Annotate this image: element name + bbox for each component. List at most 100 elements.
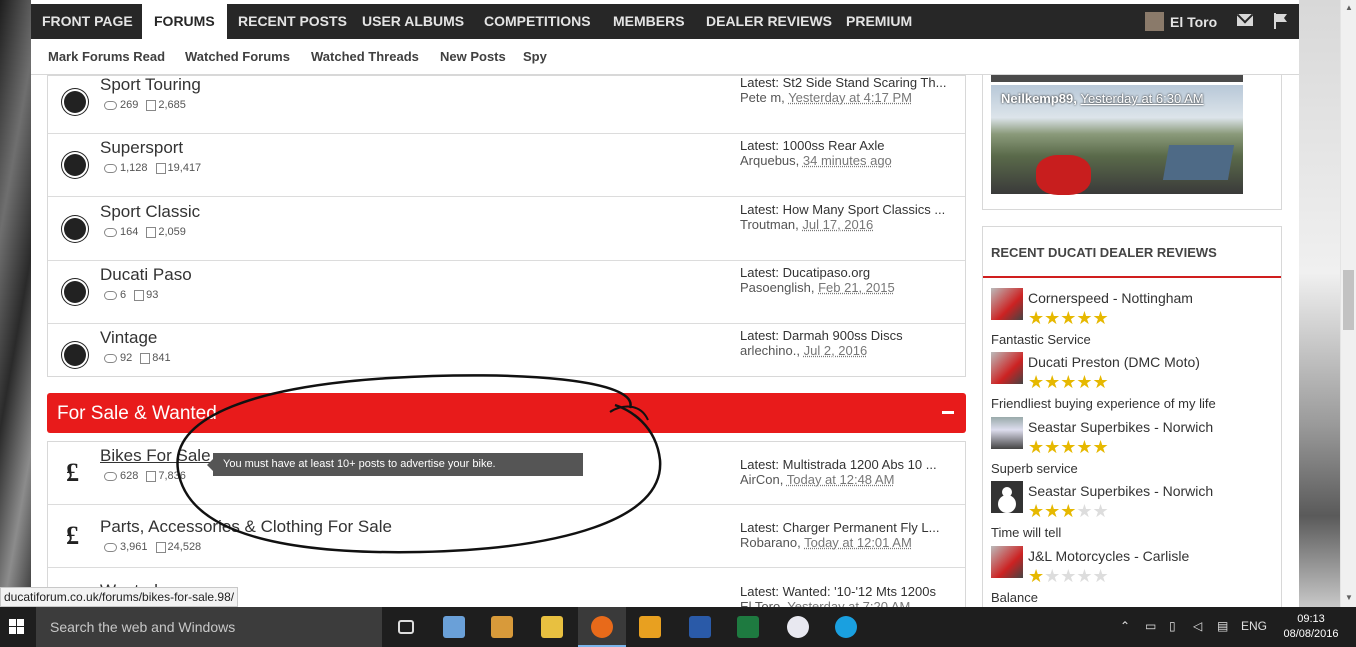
latest-thread-link[interactable]: Latest: Multistrada 1200 Abs 10 ... [740, 457, 955, 472]
review-item[interactable]: J&L Motorcycles - Carlisle ★★★★★ Balance [991, 546, 1276, 610]
clock-date: 08/08/2016 [1283, 628, 1339, 640]
taskbar-clock[interactable]: 09:13 08/08/2016 [1278, 612, 1344, 642]
forums-subnav: Mark Forums Read Watched Forums Watched … [31, 39, 1299, 75]
network-icon[interactable]: ▯ [1169, 619, 1176, 633]
watched-forums-link[interactable]: Watched Forums [185, 49, 290, 64]
latest-time[interactable]: Today at 12:48 AM [787, 472, 895, 487]
photo-user[interactable]: Neilkemp89, [1001, 91, 1077, 106]
post-count: 24,528 [167, 541, 202, 553]
taskbar-app-skype[interactable] [822, 607, 870, 647]
latest-author[interactable]: AirCon, [740, 472, 783, 487]
user-menu[interactable]: El Toro [1145, 12, 1217, 32]
nav-user-albums[interactable]: USER ALBUMS [362, 4, 464, 39]
tray-expand-icon[interactable]: ⌃ [1120, 619, 1130, 633]
taskbar-app-itunes[interactable] [774, 607, 822, 647]
volume-icon[interactable]: ◁ [1193, 619, 1202, 633]
latest-author[interactable]: Arquebus, [740, 153, 799, 168]
nav-members[interactable]: MEMBERS [613, 4, 685, 39]
taskbar-app-word[interactable] [676, 607, 724, 647]
forum-title[interactable]: Supersport [100, 138, 183, 158]
nav-forums[interactable]: FORUMS [142, 4, 227, 39]
category-title[interactable]: For Sale & Wanted [57, 403, 217, 425]
nav-dealer-reviews[interactable]: DEALER REVIEWS [706, 4, 832, 39]
language-indicator[interactable]: ENG [1241, 619, 1267, 633]
taskbar-app-media[interactable] [478, 607, 526, 647]
latest-thread-link[interactable]: Latest: Darmah 900ss Discs [740, 328, 955, 343]
page-scrollbar[interactable]: ▲ ▼ [1340, 0, 1356, 607]
nav-premium[interactable]: PREMIUM [846, 4, 912, 39]
dealer-name[interactable]: J&L Motorcycles - Carlisle [1028, 548, 1189, 564]
user-photo[interactable]: Neilkemp89, Yesterday at 6:30 AM [991, 85, 1243, 195]
latest-author[interactable]: Troutman, [740, 217, 799, 232]
mark-forums-read-link[interactable]: Mark Forums Read [48, 49, 165, 64]
forum-title[interactable]: Vintage [100, 328, 157, 348]
scrollbar-thumb[interactable] [1343, 270, 1354, 330]
latest-time[interactable]: 34 minutes ago [803, 153, 892, 168]
alerts-flag-icon[interactable] [1274, 13, 1288, 29]
latest-thread-link[interactable]: Latest: Wanted: '10-'12 Mts 1200s [740, 584, 955, 599]
latest-thread-link[interactable]: Latest: How Many Sport Classics ... [740, 202, 955, 217]
action-center-icon[interactable]: ▤ [1217, 619, 1228, 633]
scroll-down-icon[interactable]: ▼ [1341, 590, 1356, 606]
latest-author[interactable]: arlechino., [740, 343, 800, 358]
taskbar-app-firefox[interactable] [578, 607, 626, 647]
category-header[interactable]: For Sale & Wanted [47, 393, 966, 433]
pound-icon: £ [66, 521, 79, 550]
nav-recent-posts[interactable]: RECENT POSTS [238, 4, 347, 39]
forum-stats: 3,961 24,528 [104, 541, 201, 553]
latest-author[interactable]: Robarano, [740, 535, 801, 550]
forum-title[interactable]: Sport Touring [100, 75, 201, 95]
latest-time[interactable]: Yesterday at 4:17 PM [788, 90, 912, 105]
forum-title[interactable]: Parts, Accessories & Clothing For Sale [100, 517, 392, 537]
scroll-up-icon[interactable]: ▲ [1341, 0, 1356, 16]
review-item[interactable]: Seastar Superbikes - Norwich ★★★★★ Time … [991, 481, 1276, 545]
nav-competitions[interactable]: COMPETITIONS [484, 4, 591, 39]
latest-time[interactable]: Jul 2, 2016 [804, 343, 868, 358]
forum-stats: 269 2,685 [104, 99, 186, 111]
photo-time[interactable]: Yesterday at 6:30 AM [1081, 91, 1204, 106]
forum-title[interactable]: Ducati Paso [100, 265, 192, 285]
latest-time[interactable]: Today at 12:01 AM [804, 535, 912, 550]
task-view-button[interactable] [382, 607, 430, 647]
new-posts-link[interactable]: New Posts [440, 49, 506, 64]
inbox-icon[interactable] [1237, 14, 1253, 26]
collapse-icon[interactable] [942, 411, 954, 414]
taskbar-app-explorer[interactable] [528, 607, 576, 647]
forum-row[interactable]: Vintage 92 841 Latest: Darmah 900ss Discs… [48, 324, 965, 387]
forum-row[interactable]: Sport Touring 269 2,685 Latest: St2 Side … [48, 71, 965, 134]
latest-thread-link[interactable]: Latest: 1000ss Rear Axle [740, 138, 955, 153]
taskbar-app-excel[interactable] [724, 607, 772, 647]
start-button[interactable] [0, 607, 36, 647]
taskbar-app-outlook[interactable] [626, 607, 674, 647]
dealer-name[interactable]: Ducati Preston (DMC Moto) [1028, 354, 1200, 370]
latest-author[interactable]: Pasoenglish, [740, 280, 814, 295]
latest-thread-link[interactable]: Latest: Ducatipaso.org [740, 265, 955, 280]
taskbar-app-paint[interactable] [430, 607, 478, 647]
thread-count: 6 [120, 289, 127, 301]
watched-threads-link[interactable]: Watched Threads [311, 49, 419, 64]
dealer-thumbnail [991, 546, 1023, 578]
photo-caption: Neilkemp89, Yesterday at 6:30 AM [1001, 91, 1204, 106]
latest-time[interactable]: Feb 21, 2015 [818, 280, 895, 295]
latest-thread-link[interactable]: Latest: St2 Side Stand Scaring Th... [740, 75, 955, 90]
nav-front-page[interactable]: FRONT PAGE [31, 4, 144, 39]
dealer-name[interactable]: Seastar Superbikes - Norwich [1028, 483, 1213, 499]
windows-taskbar: Search the web and Windows ⌃ ▭ ▯ ◁ ▤ ENG… [0, 607, 1356, 647]
forum-title[interactable]: Sport Classic [100, 202, 200, 222]
spy-link[interactable]: Spy [523, 49, 547, 64]
forum-row[interactable]: Sport Classic 164 2,059 Latest: How Many … [48, 198, 965, 261]
dealer-name[interactable]: Cornerspeed - Nottingham [1028, 290, 1193, 306]
review-item[interactable]: Seastar Superbikes - Norwich ★★★★★ Super… [991, 417, 1276, 481]
forum-row[interactable]: Ducati Paso 6 93 Latest: Ducatipaso.org P… [48, 261, 965, 324]
forum-row[interactable]: £ Parts, Accessories & Clothing For Sale… [48, 505, 965, 568]
battery-icon[interactable]: ▭ [1145, 619, 1156, 633]
latest-author[interactable]: Pete m, [740, 90, 785, 105]
taskbar-search-box[interactable]: Search the web and Windows [36, 607, 382, 647]
latest-time[interactable]: Jul 17, 2016 [802, 217, 873, 232]
forum-title[interactable]: Bikes For Sale [100, 446, 211, 466]
review-item[interactable]: Cornerspeed - Nottingham ★★★★★ Fantastic… [991, 288, 1276, 352]
review-item[interactable]: Ducati Preston (DMC Moto) ★★★★★ Friendli… [991, 352, 1276, 416]
latest-thread-link[interactable]: Latest: Charger Permanent Fly L... [740, 520, 955, 535]
forum-row[interactable]: Supersport 1,128 19,417 Latest: 1000ss Re… [48, 134, 965, 197]
dealer-name[interactable]: Seastar Superbikes - Norwich [1028, 419, 1213, 435]
